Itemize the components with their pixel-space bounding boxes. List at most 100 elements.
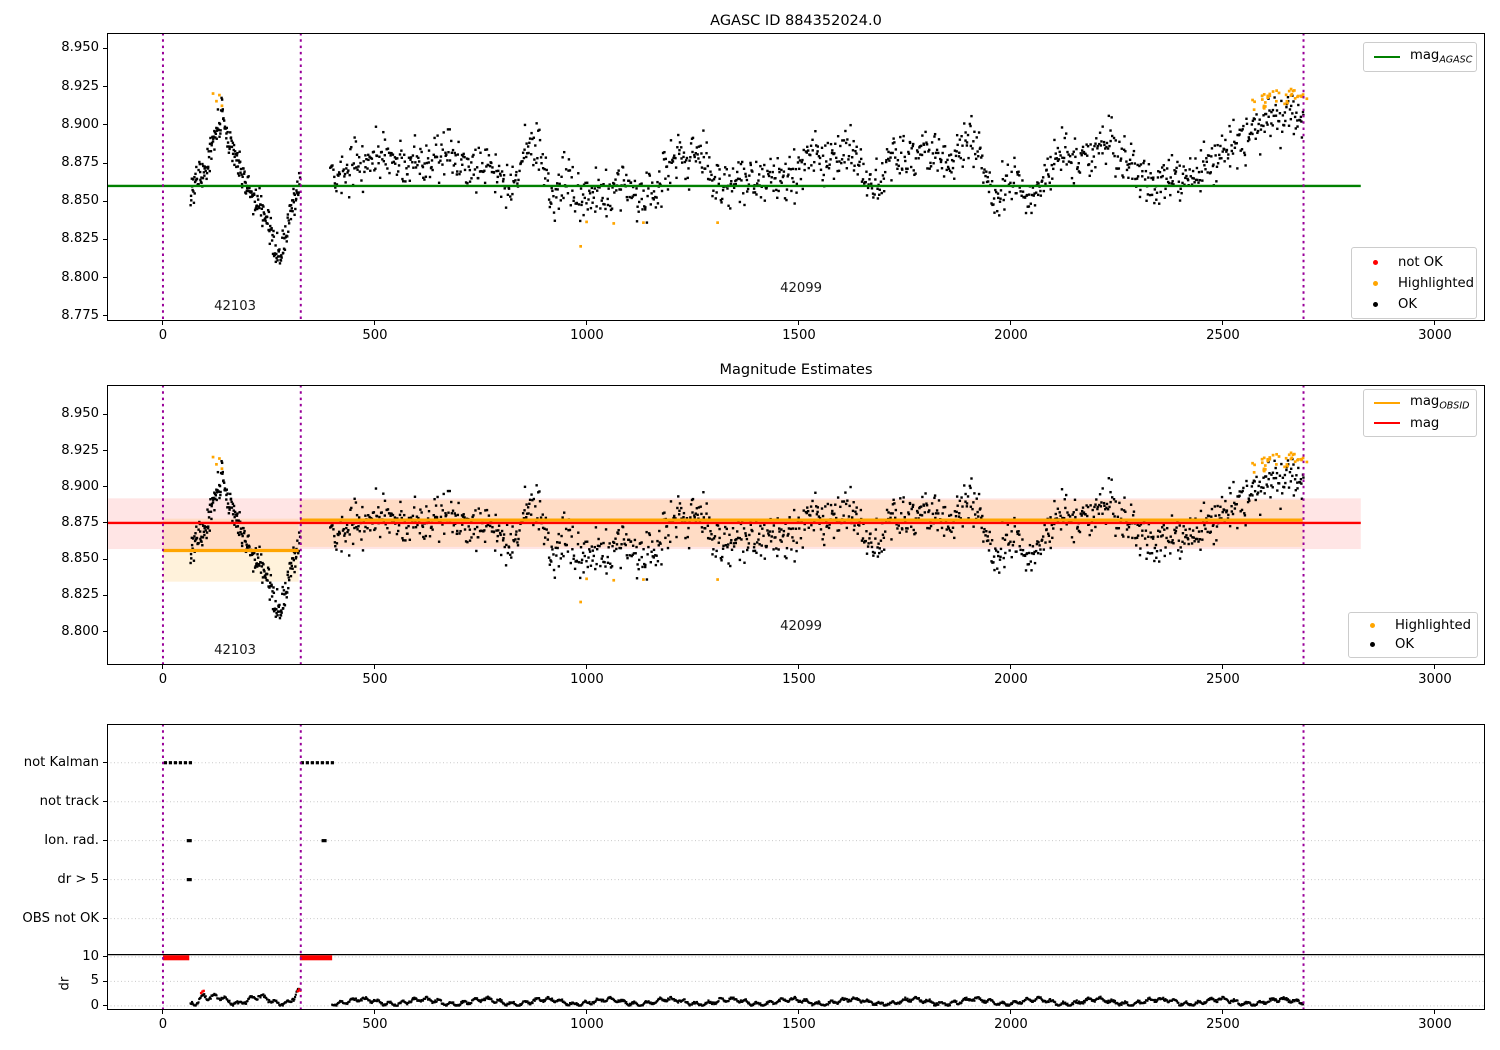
y-tick-label: 8.875: [41, 515, 99, 531]
y-tick-mark: [103, 981, 107, 982]
y-tick-label: 8.875: [41, 155, 99, 171]
dot-marker: [1370, 623, 1375, 628]
x-tick-label: 2000: [981, 1017, 1041, 1033]
y-tick-mark: [103, 450, 107, 451]
y-tick-mark: [103, 762, 107, 763]
y-tick-mark: [103, 631, 107, 632]
y-tick-mark: [103, 315, 107, 316]
x-tick-mark: [1222, 321, 1223, 325]
legend-dot-marker: [1360, 281, 1390, 286]
y-tick-label: 8.925: [41, 443, 99, 459]
x-tick-mark: [798, 665, 799, 669]
legend-line-swatch: [1372, 56, 1402, 59]
y-tick-mark: [103, 48, 107, 49]
x-tick-label: 2500: [1193, 672, 1253, 688]
x-tick-mark: [374, 321, 375, 325]
category-label: not track: [1, 794, 99, 810]
dr-axis-label: dr: [58, 971, 73, 991]
dr-tick-label: 5: [1, 973, 99, 989]
x-tick-label: 2500: [1193, 328, 1253, 344]
legend-item: Highlighted: [1357, 616, 1469, 635]
x-tick-mark: [1434, 1010, 1435, 1014]
y-tick-label: 8.825: [41, 587, 99, 603]
y-tick-mark: [103, 840, 107, 841]
x-tick-label: 1500: [769, 328, 829, 344]
y-tick-label: 8.950: [41, 40, 99, 56]
y-tick-mark: [103, 86, 107, 87]
legend-dot-marker: [1360, 260, 1390, 265]
y-tick-label: 8.825: [41, 231, 99, 247]
legend-label: mag: [1410, 416, 1439, 431]
legend-line-swatch: [1372, 402, 1402, 405]
line-marker: [1374, 422, 1400, 425]
x-tick-mark: [1010, 665, 1011, 669]
dot-marker: [1370, 642, 1375, 647]
y-tick-label: 8.850: [41, 193, 99, 209]
y-tick-label: 8.900: [41, 479, 99, 495]
legend-dot-marker: [1357, 642, 1387, 647]
x-tick-label: 2000: [981, 672, 1041, 688]
y-tick-label: 8.850: [41, 551, 99, 567]
y-tick-label: 8.900: [41, 117, 99, 133]
x-tick-mark: [374, 1010, 375, 1014]
x-tick-label: 2000: [981, 328, 1041, 344]
y-tick-mark: [103, 486, 107, 487]
y-tick-mark: [103, 595, 107, 596]
x-tick-label: 1500: [769, 672, 829, 688]
legend-item: not OK: [1360, 252, 1468, 273]
dr-tick-label: 0: [1, 998, 99, 1014]
dot-marker: [1373, 260, 1378, 265]
x-tick-label: 3000: [1405, 328, 1465, 344]
y-tick-mark: [103, 277, 107, 278]
legend-dot-marker: [1357, 623, 1387, 628]
y-tick-mark: [103, 124, 107, 125]
legend-label: Highlighted: [1398, 276, 1474, 291]
legend-item: magAGASC: [1372, 47, 1468, 68]
y-tick-mark: [103, 879, 107, 880]
x-tick-label: 0: [133, 672, 193, 688]
x-tick-label: 0: [133, 1017, 193, 1033]
x-tick-label: 500: [345, 1017, 405, 1033]
y-tick-mark: [103, 239, 107, 240]
y-tick-label: 8.800: [41, 624, 99, 640]
legend-label: not OK: [1398, 255, 1443, 270]
x-tick-label: 2500: [1193, 1017, 1253, 1033]
obsid-label: 42099: [766, 281, 836, 296]
x-tick-mark: [1010, 1010, 1011, 1014]
line-marker: [1374, 56, 1400, 59]
y-tick-mark: [103, 414, 107, 415]
legend-item: OK: [1360, 294, 1468, 315]
plot-title-agasc: AGASC ID 884352024.0: [107, 13, 1485, 29]
x-tick-mark: [162, 321, 163, 325]
legend-label: Highlighted: [1395, 618, 1471, 633]
x-tick-label: 1000: [557, 1017, 617, 1033]
y-tick-label: 8.800: [41, 270, 99, 286]
y-tick-label: 8.950: [41, 406, 99, 422]
legend-dot-marker: [1360, 302, 1390, 307]
x-tick-label: 3000: [1405, 1017, 1465, 1033]
obsid-label: 42099: [766, 619, 836, 634]
y-tick-mark: [103, 1005, 107, 1006]
legend-item: mag: [1372, 413, 1468, 433]
legend: magAGASC: [1363, 42, 1477, 72]
line-marker: [1374, 402, 1400, 405]
y-tick-label: 8.775: [41, 308, 99, 324]
legend-label: magOBSID: [1410, 394, 1469, 412]
x-tick-label: 1000: [557, 328, 617, 344]
dot-marker: [1373, 302, 1378, 307]
category-label: Ion. rad.: [1, 833, 99, 849]
y-tick-mark: [103, 918, 107, 919]
category-label: OBS not OK: [1, 911, 99, 927]
plot-canvas-0: [107, 33, 1485, 321]
x-tick-mark: [586, 1010, 587, 1014]
x-tick-mark: [1434, 665, 1435, 669]
legend-item: Highlighted: [1360, 273, 1468, 294]
x-tick-mark: [162, 1010, 163, 1014]
legend-item: OK: [1357, 635, 1469, 654]
y-tick-mark: [103, 956, 107, 957]
legend: not OKHighlightedOK: [1351, 247, 1477, 319]
plot-title-magnitude-estimates: Magnitude Estimates: [107, 362, 1485, 378]
x-tick-label: 3000: [1405, 672, 1465, 688]
y-tick-mark: [103, 201, 107, 202]
x-tick-mark: [798, 1010, 799, 1014]
